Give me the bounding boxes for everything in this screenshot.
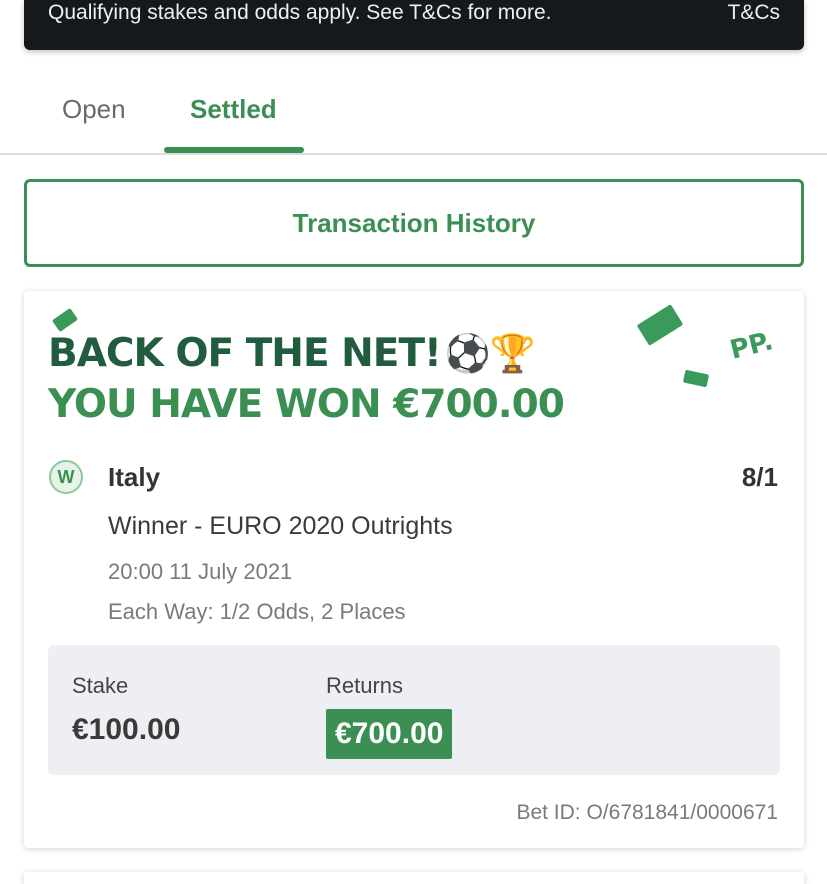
selection-odds: 8/1: [741, 462, 778, 492]
market-name: Winner - EURO 2020 Outrights: [108, 512, 453, 540]
each-way-terms: Each Way: 1/2 Odds, 2 Places: [108, 599, 406, 624]
tab-open[interactable]: Open: [62, 94, 126, 125]
promo-banner: Qualifying stakes and odds apply. See T&…: [24, 0, 804, 50]
returns-label: Returns: [326, 673, 404, 698]
promo-message: Qualifying stakes and odds apply. See T&…: [48, 1, 552, 24]
football-trophy-icon: ⚽🏆: [444, 332, 536, 375]
bet-tabs: Open Settled: [0, 60, 827, 155]
next-bet-card: [24, 872, 804, 884]
tab-settled[interactable]: Settled: [190, 94, 277, 125]
terms-link[interactable]: T&Cs: [728, 1, 781, 25]
bet-card: PP. BACK OF THE NET! ⚽🏆 YOU HAVE WON €700…: [24, 291, 804, 848]
headline-line1: BACK OF THE NET!: [48, 331, 442, 376]
bet-id: Bet ID: O/6781841/0000671: [516, 801, 778, 824]
brand-logo: PP.: [727, 326, 777, 366]
stake-value: €100.00: [72, 713, 181, 746]
stake-returns-panel: Stake €100.00 Returns €700.00: [48, 645, 780, 775]
win-result-badge: W: [49, 460, 83, 494]
win-headline: BACK OF THE NET! ⚽🏆: [48, 331, 536, 376]
active-tab-indicator: [164, 147, 304, 153]
selection-name: Italy: [108, 462, 161, 492]
banknote-icon: [636, 304, 684, 346]
banknote-icon: [51, 307, 79, 333]
transaction-history-button[interactable]: Transaction History: [24, 179, 804, 267]
event-datetime: 20:00 11 July 2021: [108, 559, 293, 584]
returns-value: €700.00: [326, 709, 453, 759]
win-amount-headline: YOU HAVE WON €700.00: [48, 382, 565, 427]
banknote-icon: [682, 369, 710, 388]
stake-label: Stake: [72, 673, 129, 698]
